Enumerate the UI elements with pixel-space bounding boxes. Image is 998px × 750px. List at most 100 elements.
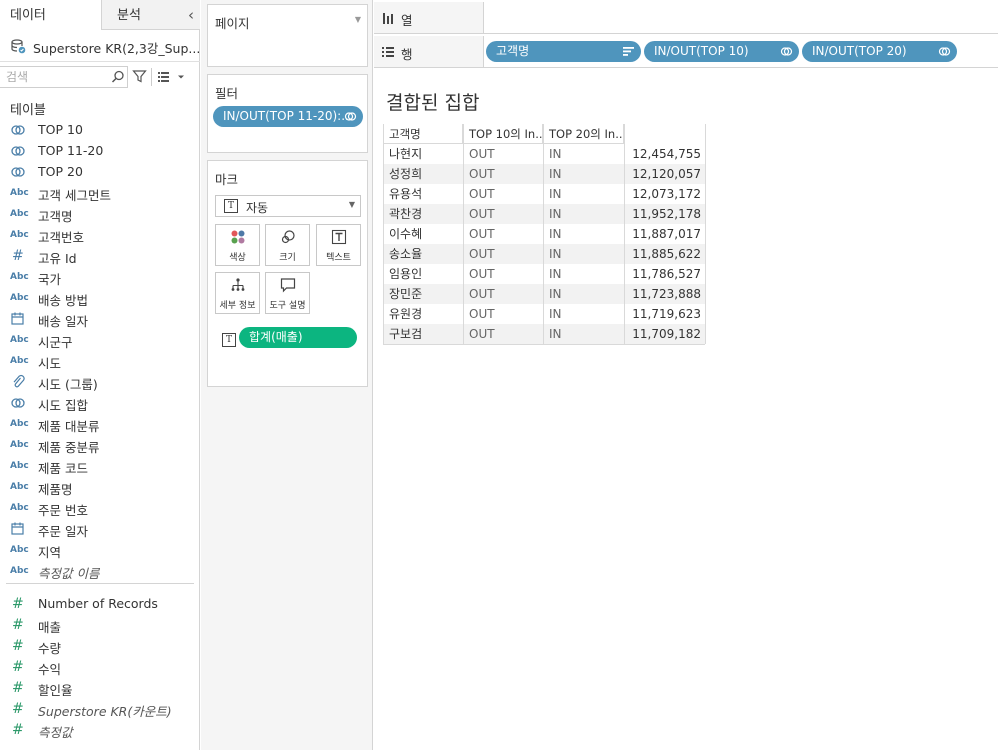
dimension-field[interactable]: # 고유 Id (0, 246, 200, 267)
sales-value-cell[interactable]: 12,454,755 (624, 144, 705, 164)
sales-value-cell[interactable]: 11,885,622 (624, 244, 705, 264)
sales-value-cell[interactable]: 11,719,623 (624, 304, 705, 324)
table-row[interactable]: 성정희 OUT IN 12,120,057 (383, 164, 705, 184)
row-pill-customer[interactable]: 고객명 (486, 41, 641, 62)
dimension-field[interactable]: Abc 제품명 (0, 477, 200, 498)
dimension-field[interactable]: TOP 10 (0, 120, 200, 141)
top10-cell[interactable]: OUT (463, 184, 543, 204)
filter-icon[interactable] (132, 69, 147, 84)
customer-name-cell[interactable]: 나현지 (383, 144, 463, 164)
table-row[interactable]: 이수혜 OUT IN 11,887,017 (383, 224, 705, 244)
collapse-pane-icon[interactable]: ‹ (188, 0, 194, 30)
measure-field[interactable]: # 측정값 (0, 720, 200, 741)
dimension-field[interactable]: Abc 시도 (0, 351, 200, 372)
top10-cell[interactable]: OUT (463, 304, 543, 324)
measure-field[interactable]: # 수량 (0, 636, 200, 657)
dimension-field[interactable]: Abc 측정값 이름 (0, 561, 200, 582)
dimension-field[interactable]: 시도 (그룹) (0, 372, 200, 393)
dimension-field[interactable]: Abc 고객명 (0, 204, 200, 225)
customer-name-cell[interactable]: 송소율 (383, 244, 463, 264)
dimension-field[interactable]: TOP 20 (0, 162, 200, 183)
dimension-field[interactable]: Abc 주문 번호 (0, 498, 200, 519)
dimension-field[interactable]: Abc 배송 방법 (0, 288, 200, 309)
detail-button[interactable]: 세부 정보 (215, 272, 260, 314)
table-row[interactable]: 장민준 OUT IN 11,723,888 (383, 284, 705, 304)
dimension-field[interactable]: 시도 집합 (0, 393, 200, 414)
search-input[interactable] (6, 69, 106, 85)
row-pill-top10[interactable]: IN/OUT(TOP 10) (644, 41, 799, 62)
customer-name-cell[interactable]: 유원경 (383, 304, 463, 324)
dimension-field[interactable]: 배송 일자 (0, 309, 200, 330)
sales-value-cell[interactable]: 11,786,527 (624, 264, 705, 284)
top10-cell[interactable]: OUT (463, 164, 543, 184)
top10-cell[interactable]: OUT (463, 224, 543, 244)
sales-value-cell[interactable]: 11,952,178 (624, 204, 705, 224)
table-row[interactable]: 유원경 OUT IN 11,719,623 (383, 304, 705, 324)
top20-cell[interactable]: IN (543, 164, 624, 184)
top20-cell[interactable]: IN (543, 324, 624, 344)
filters-shelf[interactable]: 필터 IN/OUT(TOP 11-20):... (207, 74, 368, 153)
top20-cell[interactable]: IN (543, 204, 624, 224)
customer-name-cell[interactable]: 성정희 (383, 164, 463, 184)
mark-type-dropdown[interactable]: T 자동 ▼ (215, 195, 361, 217)
customer-name-cell[interactable]: 곽찬경 (383, 204, 463, 224)
measure-field[interactable]: # 수익 (0, 657, 200, 678)
customer-name-cell[interactable]: 장민준 (383, 284, 463, 304)
size-button[interactable]: 크기 (265, 224, 310, 266)
sales-value-cell[interactable]: 12,073,172 (624, 184, 705, 204)
measure-field[interactable]: # 매출 (0, 615, 200, 636)
table-row[interactable]: 유용석 OUT IN 12,073,172 (383, 184, 705, 204)
header-top20[interactable]: TOP 20의 In.. (543, 124, 624, 144)
color-button[interactable]: 색상 (215, 224, 260, 266)
top20-cell[interactable]: IN (543, 264, 624, 284)
dimension-field[interactable]: Abc 고객번호 (0, 225, 200, 246)
tab-data[interactable]: 데이터 (0, 0, 102, 30)
table-row[interactable]: 구보검 OUT IN 11,709,182 (383, 324, 705, 344)
customer-name-cell[interactable]: 이수혜 (383, 224, 463, 244)
top20-cell[interactable]: IN (543, 224, 624, 244)
search-icon[interactable] (111, 70, 125, 84)
table-row[interactable]: 송소율 OUT IN 11,885,622 (383, 244, 705, 264)
view-options-icon[interactable] (157, 70, 185, 84)
header-customer[interactable]: 고객명 (383, 124, 463, 144)
dimension-field[interactable]: Abc 제품 코드 (0, 456, 200, 477)
top20-cell[interactable]: IN (543, 144, 624, 164)
pages-dropdown-icon[interactable]: ▼ (355, 15, 361, 24)
filter-pill-top11-20[interactable]: IN/OUT(TOP 11-20):... (213, 106, 363, 127)
pages-shelf[interactable]: 페이지 ▼ (207, 4, 368, 67)
top20-cell[interactable]: IN (543, 184, 624, 204)
rows-shelf[interactable]: 행 고객명 IN/OUT(TOP 10) IN/OUT(TOP 20) (374, 36, 998, 68)
top10-cell[interactable]: OUT (463, 264, 543, 284)
top10-cell[interactable]: OUT (463, 244, 543, 264)
sales-value-cell[interactable]: 11,709,182 (624, 324, 705, 344)
measure-field[interactable]: # Superstore KR(카운트) (0, 699, 200, 720)
sum-sales-pill[interactable]: 합계(매출) (239, 327, 357, 348)
dimension-field[interactable]: Abc 국가 (0, 267, 200, 288)
top10-cell[interactable]: OUT (463, 144, 543, 164)
dimension-field[interactable]: TOP 11-20 (0, 141, 200, 162)
top20-cell[interactable]: IN (543, 284, 624, 304)
columns-drop-area[interactable] (484, 2, 998, 33)
columns-shelf[interactable]: 열 (374, 2, 998, 34)
tab-analysis[interactable]: 분석 (102, 0, 200, 30)
top10-cell[interactable]: OUT (463, 204, 543, 224)
customer-name-cell[interactable]: 구보검 (383, 324, 463, 344)
dimension-field[interactable]: Abc 시군구 (0, 330, 200, 351)
table-row[interactable]: 나현지 OUT IN 12,454,755 (383, 144, 705, 164)
header-top10[interactable]: TOP 10의 In.. (463, 124, 543, 144)
customer-name-cell[interactable]: 유용석 (383, 184, 463, 204)
sales-value-cell[interactable]: 12,120,057 (624, 164, 705, 184)
measure-field[interactable]: # Number of Records (0, 594, 200, 615)
label-button[interactable]: 텍스트 (316, 224, 361, 266)
tooltip-button[interactable]: 도구 설명 (265, 272, 310, 314)
dimension-field[interactable]: Abc 제품 중분류 (0, 435, 200, 456)
table-row[interactable]: 임용인 OUT IN 11,786,527 (383, 264, 705, 284)
customer-name-cell[interactable]: 임용인 (383, 264, 463, 284)
table-row[interactable]: 곽찬경 OUT IN 11,952,178 (383, 204, 705, 224)
measure-field[interactable]: # 할인율 (0, 678, 200, 699)
top20-cell[interactable]: IN (543, 244, 624, 264)
datasource-item[interactable]: Superstore KR(2,3강_Sup... (0, 30, 200, 62)
dimension-field[interactable]: Abc 고객 세그먼트 (0, 183, 200, 204)
dimension-field[interactable]: 주문 일자 (0, 519, 200, 540)
top10-cell[interactable]: OUT (463, 324, 543, 344)
